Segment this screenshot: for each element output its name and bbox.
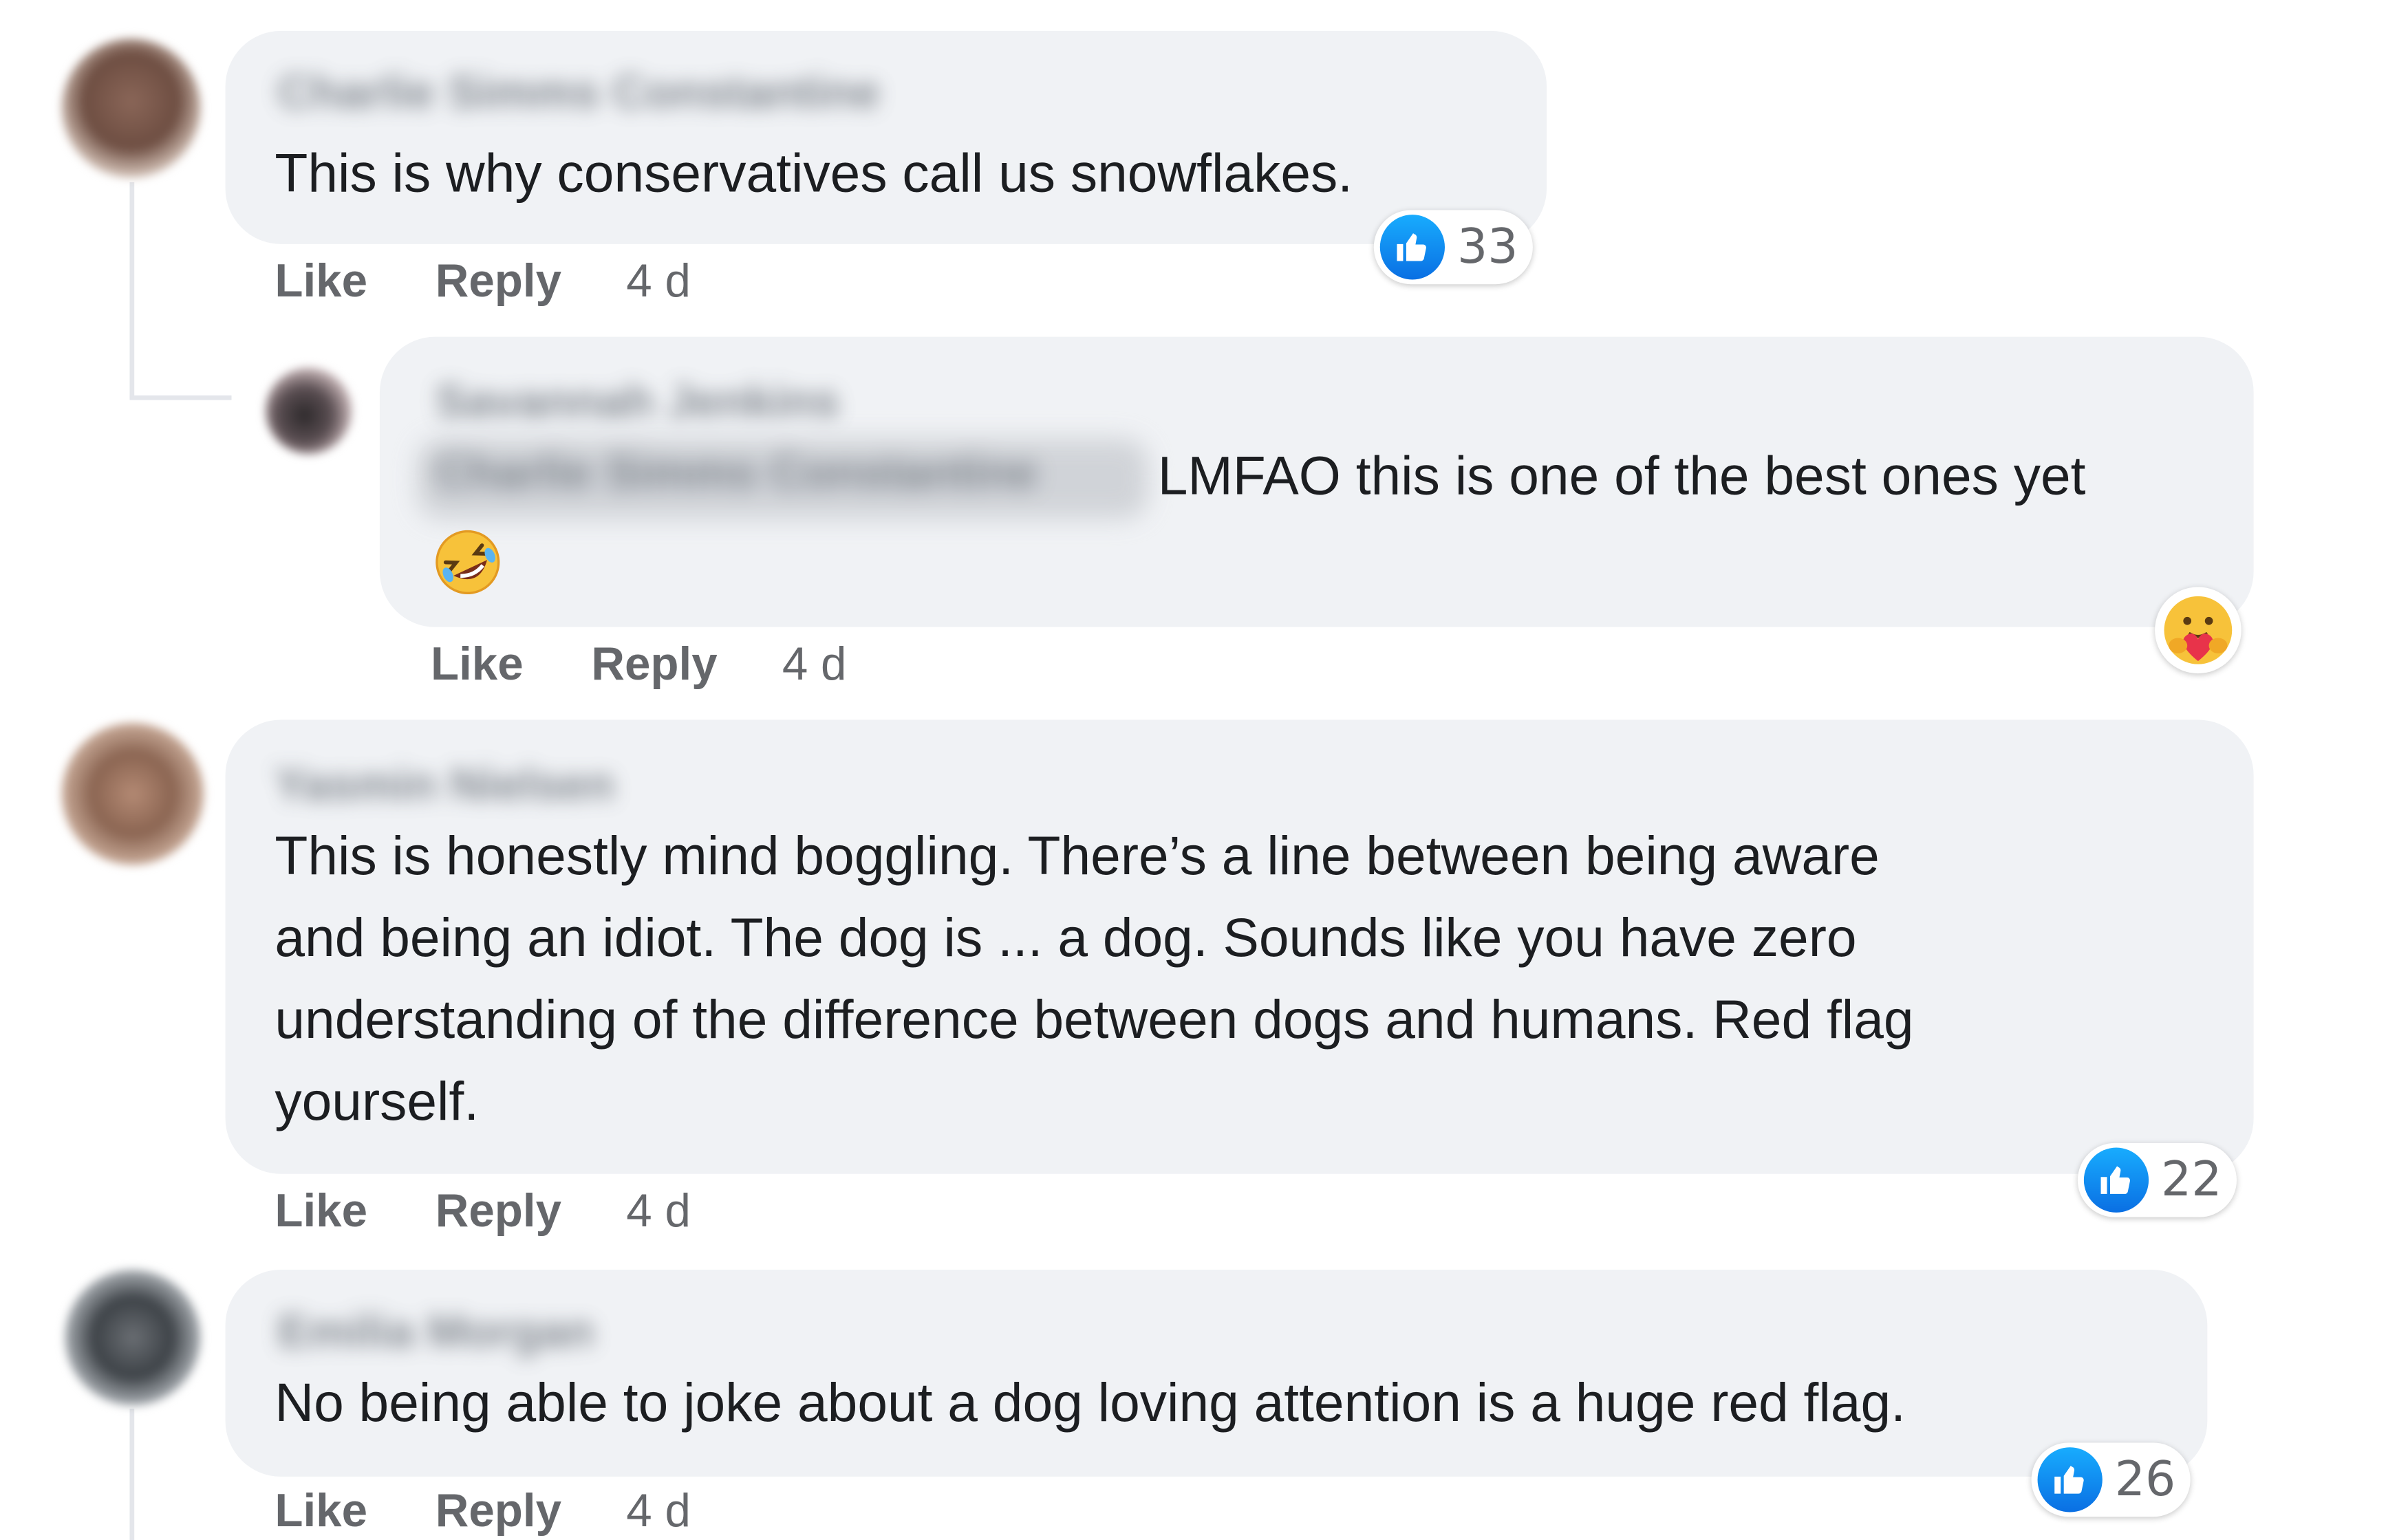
rolling-on-floor-laughing-emoji [433,528,502,596]
comment-author[interactable]: Emilia Morgan [278,1307,594,1359]
comment-thread: Charlie Simms Constantine This is why co… [0,0,2408,1540]
comment-actions: Like Reply 4 d [431,640,847,692]
like-button[interactable]: Like [275,257,367,309]
mention-name[interactable]: Charlie Simms Constantine [436,448,1038,500]
comment-text: This is why conservatives call us snowfl… [275,143,1353,204]
reply-button[interactable]: Reply [436,1186,561,1239]
care-reaction-icon[interactable] [2155,587,2242,674]
comment-timestamp[interactable]: 4 d [626,1186,691,1239]
comment-actions: Like Reply 4 d [275,1486,691,1538]
comment-timestamp[interactable]: 4 d [626,1486,691,1538]
reply-button[interactable]: Reply [591,640,717,692]
comment-author[interactable]: Savannah Jenkins [436,377,839,429]
comment-text: This is honestly mind boggling. There’s … [275,826,1914,1133]
thread-connector-line-bottom [129,1409,135,1540]
like-button[interactable]: Like [275,1486,367,1538]
avatar[interactable] [61,722,204,865]
comment-author[interactable]: Yasmin Nielsen [275,760,614,812]
like-button[interactable]: Like [431,640,524,692]
comment-actions: Like Reply 4 d [275,1186,691,1239]
thumbs-up-icon [2083,1147,2149,1213]
reaction-count: 26 [2114,1451,2176,1508]
avatar[interactable] [65,1269,201,1406]
comment-timestamp[interactable]: 4 d [626,257,691,309]
comment-author[interactable]: Charlie Simms Constantine [278,68,880,120]
thread-connector-line [129,182,135,399]
thread-connector-curve [129,395,232,400]
reaction-count: 33 [1456,219,1518,275]
like-button[interactable]: Like [275,1186,367,1239]
comment-actions: Like Reply 4 d [275,257,691,309]
avatar[interactable] [265,367,352,455]
reply-button[interactable]: Reply [436,1486,561,1538]
comment-text: No being able to joke about a dog loving… [275,1373,1906,1434]
reaction-summary[interactable]: 26 [2031,1442,2191,1517]
reaction-count: 22 [2161,1152,2222,1208]
thumbs-up-icon [2037,1447,2103,1512]
comment-text: LMFAO this is one of the best ones yet [1157,446,2086,507]
reaction-summary[interactable]: 33 [1373,210,1534,285]
avatar[interactable] [61,39,201,178]
thumbs-up-icon [1379,215,1445,280]
reply-button[interactable]: Reply [436,257,561,309]
comment-timestamp[interactable]: 4 d [782,640,847,692]
reaction-summary[interactable]: 22 [2077,1142,2237,1217]
